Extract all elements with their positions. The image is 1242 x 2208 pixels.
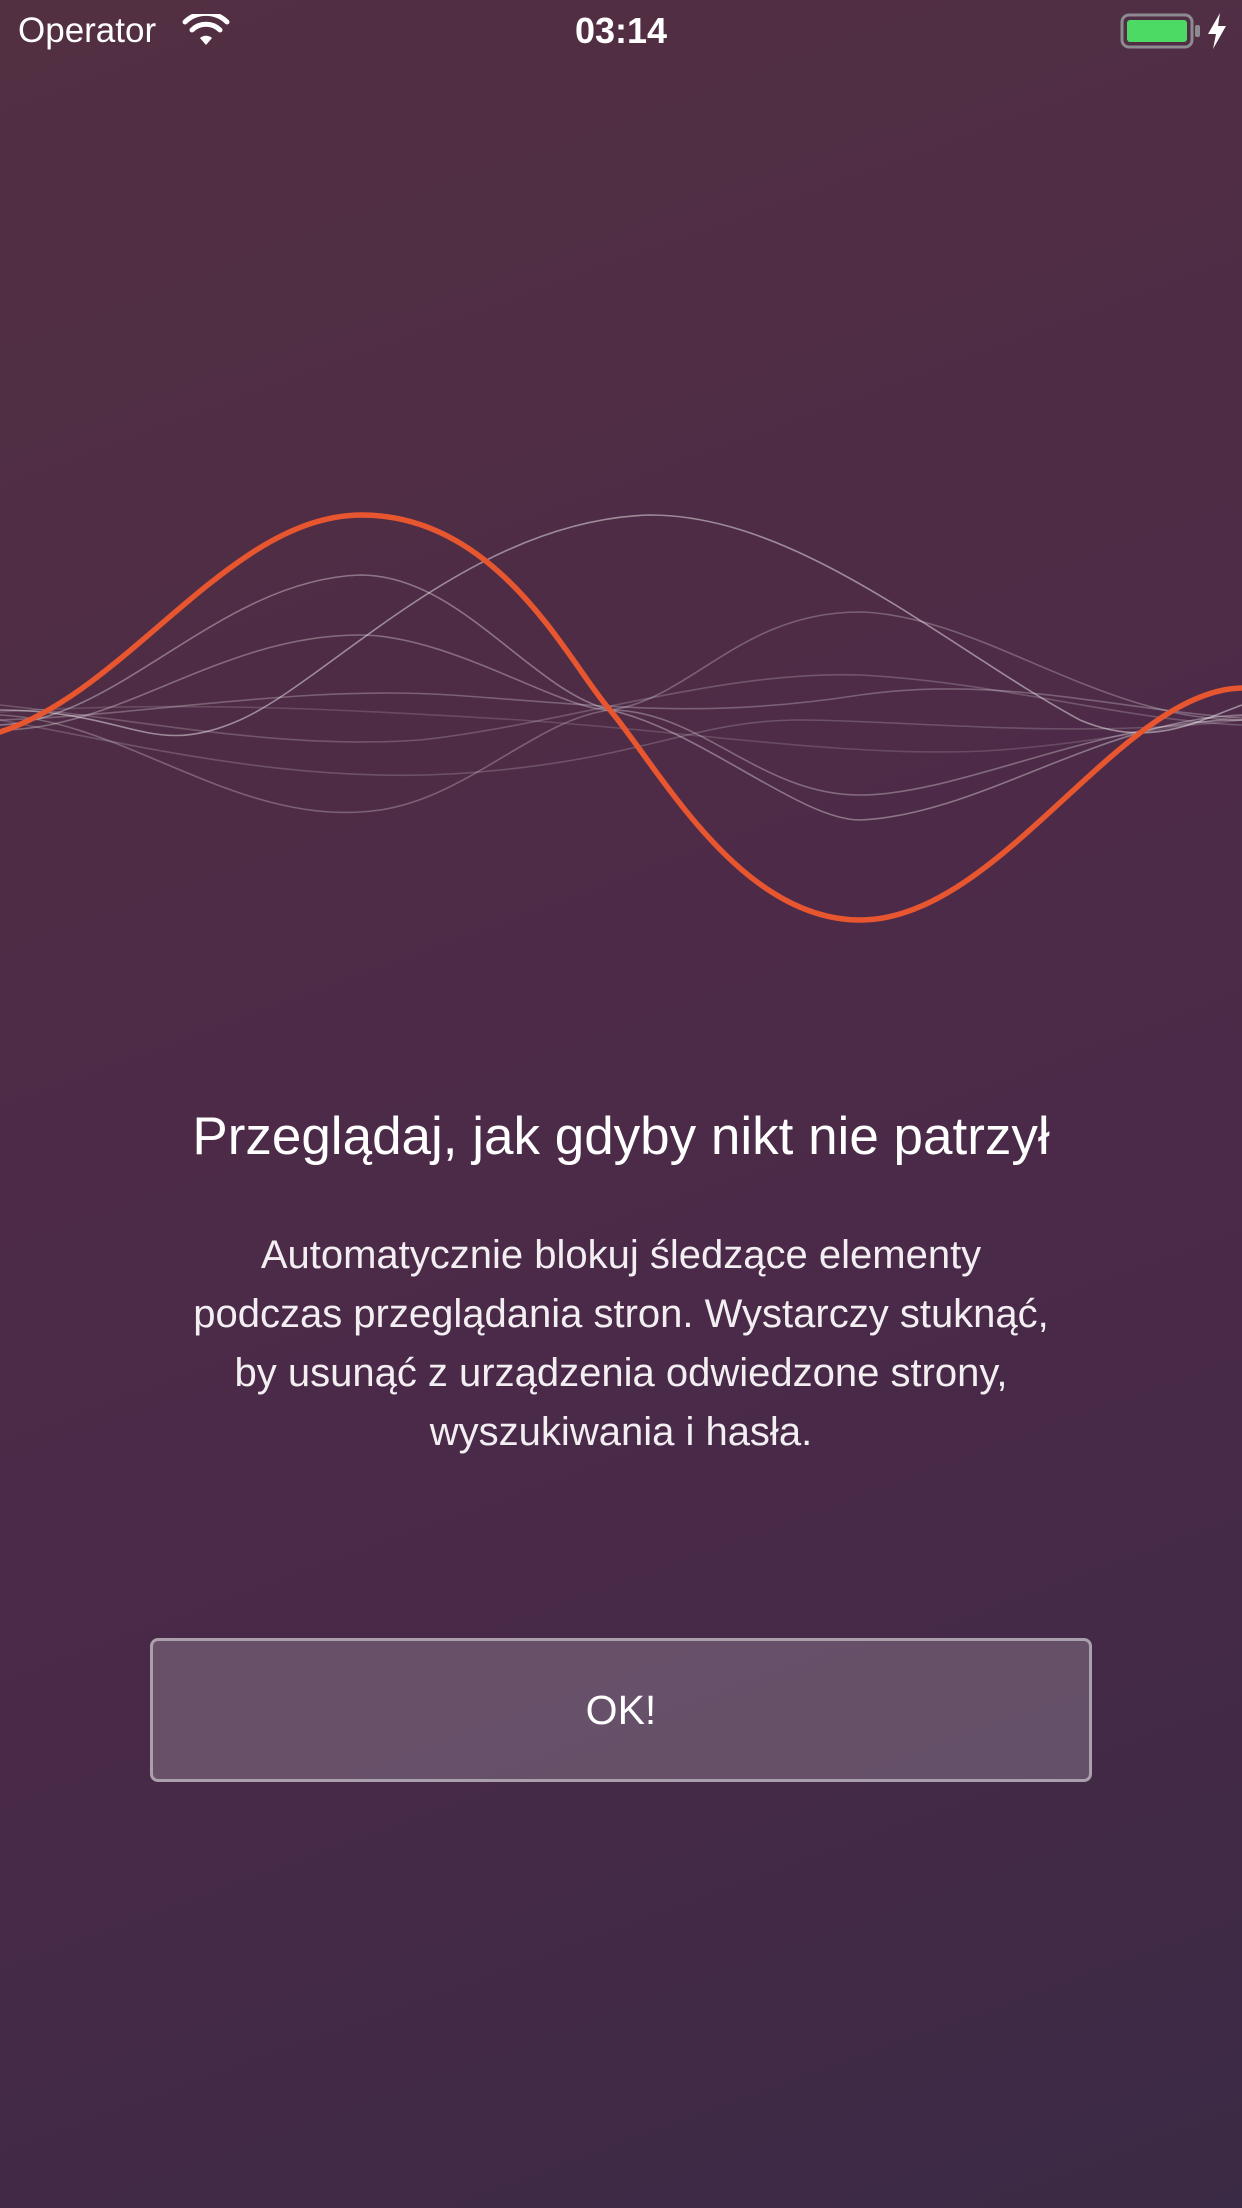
waveform-illustration	[0, 512, 1242, 923]
onboarding-title: Przeglądaj, jak gdyby nikt nie patrzył	[192, 1107, 1050, 1166]
description-line-3: by usunąć z urządzenia odwiedzone strony…	[234, 1351, 1008, 1395]
battery-icon	[1120, 13, 1200, 49]
description-line-2: podczas przeglądania stron. Wystarczy st…	[193, 1292, 1049, 1336]
description-line-1: Automatycznie blokuj śledzące elementy	[260, 1233, 982, 1277]
description-line-4: wyszukiwania i hasła.	[429, 1410, 813, 1454]
onboarding-description: Automatycznie blokuj śledzące elementy p…	[120, 1226, 1122, 1462]
charging-bolt-icon	[1208, 13, 1226, 49]
status-time: 03:14	[574, 10, 668, 51]
ok-button[interactable]: OK!	[150, 1638, 1092, 1782]
status-bar: Operator 03:14	[0, 0, 1242, 62]
